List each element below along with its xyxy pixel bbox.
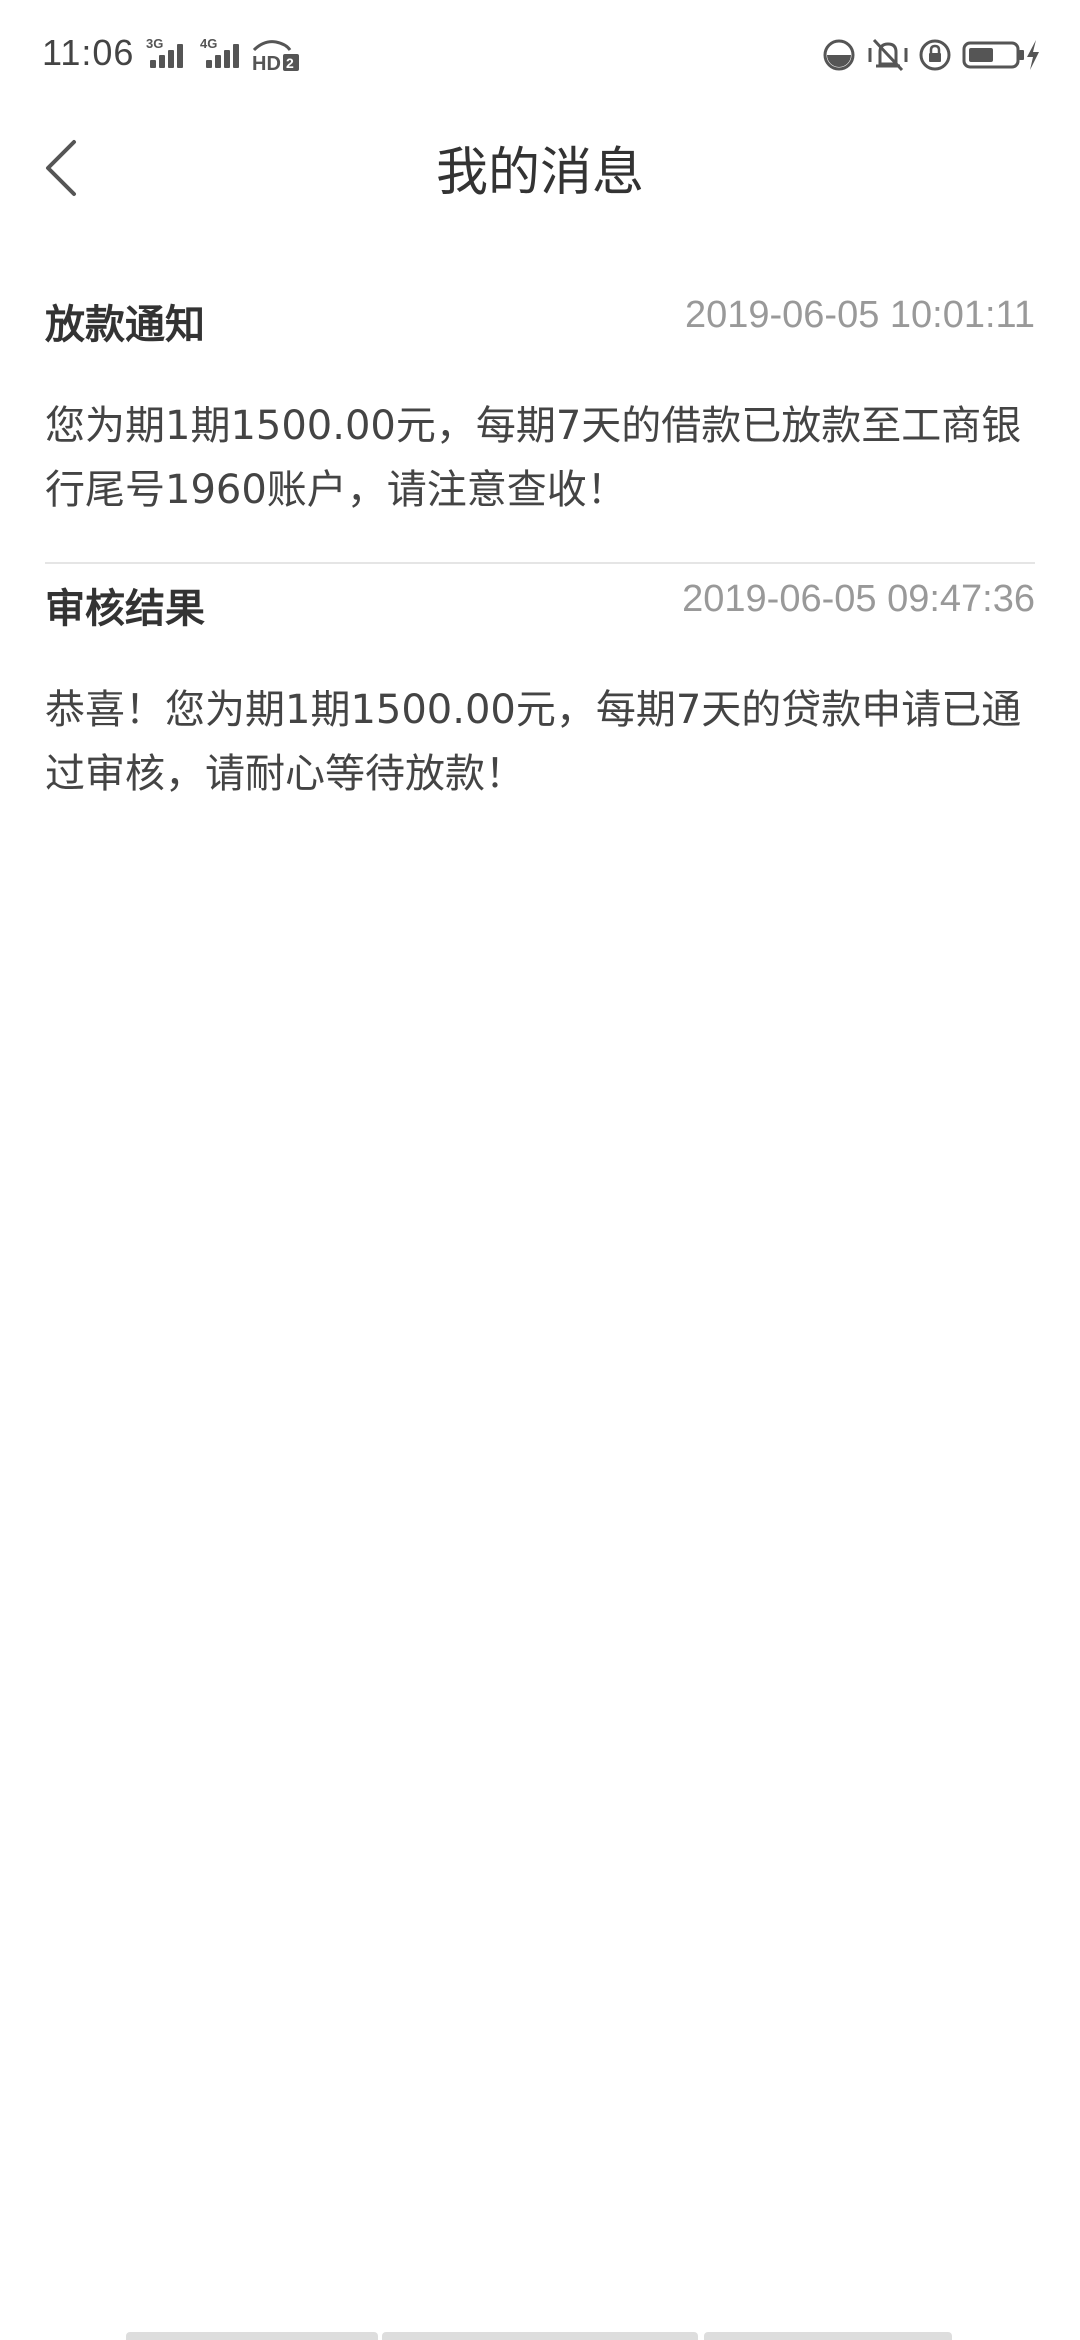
message-body: 您为期1期1500.00元，每期7天的借款已放款至工商银行尾号1960账户，请注… xyxy=(45,403,1022,513)
svg-text:HD: HD xyxy=(252,53,281,72)
status-bar: 11:06 3G 4G HD 2 xyxy=(0,0,1080,110)
signal-icon xyxy=(150,44,184,68)
message-list: 放款通知 2019-06-05 10:01:11 您为期1期1500.00元，每… xyxy=(45,280,1035,846)
message-item[interactable]: 放款通知 2019-06-05 10:01:11 您为期1期1500.00元，每… xyxy=(45,280,1035,562)
message-item[interactable]: 审核结果 2019-06-05 09:47:36 恭喜！您为期1期1500.00… xyxy=(45,564,1035,846)
signal-icon xyxy=(206,44,240,68)
message-title: 放款通知 xyxy=(45,302,205,348)
message-title: 审核结果 xyxy=(45,586,205,632)
message-time: 2019-06-05 09:47:36 xyxy=(682,578,1035,620)
header: 我的消息 xyxy=(0,110,1080,240)
nav-gesture-bar[interactable] xyxy=(126,2332,378,2340)
nav-gesture-bar[interactable] xyxy=(704,2332,952,2340)
rotation-lock-icon xyxy=(918,38,952,72)
nav-gesture-bar[interactable] xyxy=(382,2332,698,2340)
status-time: 11:06 xyxy=(42,32,135,73)
data-saver-icon xyxy=(822,38,856,72)
battery-icon xyxy=(962,40,1026,70)
svg-text:2: 2 xyxy=(286,55,294,71)
hd-call-icon: HD 2 xyxy=(250,38,300,75)
vibrate-icon xyxy=(866,36,910,74)
message-body: 恭喜！您为期1期1500.00元，每期7天的贷款申请已通过审核，请耐心等待放款！ xyxy=(45,687,1022,797)
message-time: 2019-06-05 10:01:11 xyxy=(684,294,1035,336)
page-title: 我的消息 xyxy=(435,143,644,203)
charging-icon xyxy=(1024,38,1042,72)
